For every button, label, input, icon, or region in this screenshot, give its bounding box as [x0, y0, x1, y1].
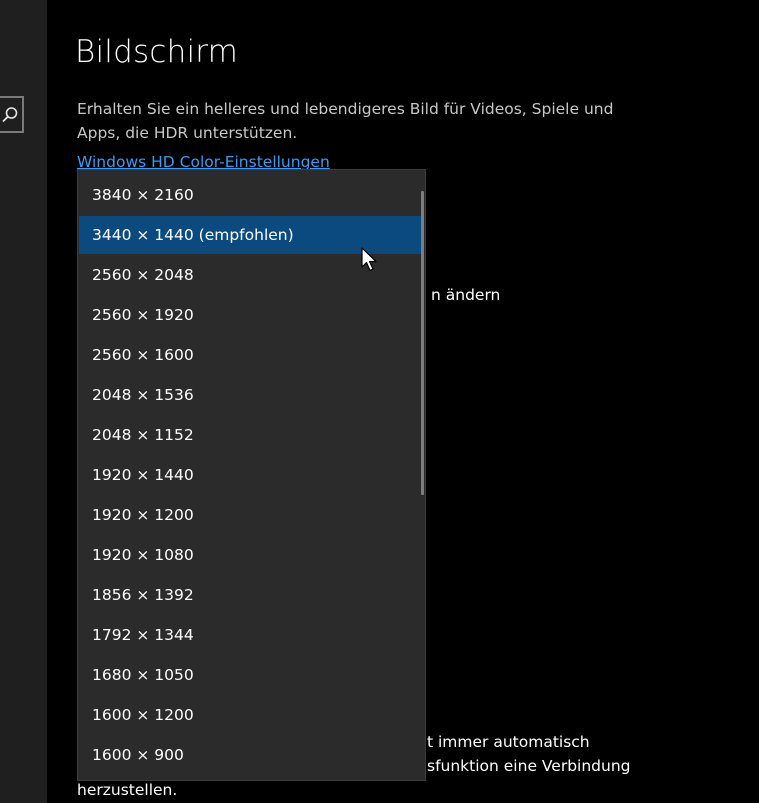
- partial-setting-text: n ändern: [431, 286, 501, 304]
- hdr-description: Erhalten Sie ein helleres und lebendiger…: [77, 100, 614, 142]
- bottom-text-line1: t immer automatisch: [427, 733, 590, 751]
- resolution-option[interactable]: 1680 × 1050: [79, 656, 424, 694]
- resolution-option[interactable]: 1856 × 1392: [79, 576, 424, 614]
- resolution-option[interactable]: 1792 × 1344: [79, 616, 424, 654]
- dropdown-scrollbar-thumb[interactable]: [421, 191, 424, 495]
- resolution-option[interactable]: 1600 × 900: [79, 736, 424, 774]
- resolution-option[interactable]: 2560 × 1600: [79, 336, 424, 374]
- resolution-option[interactable]: 1920 × 1080: [79, 536, 424, 574]
- page-title: Bildschirm: [75, 34, 239, 70]
- search-icon: [2, 107, 18, 123]
- resolution-option[interactable]: 1920 × 1440: [79, 456, 424, 494]
- resolution-option[interactable]: 3840 × 2160: [79, 176, 424, 214]
- search-button[interactable]: [0, 96, 24, 133]
- resolution-option[interactable]: 1920 × 1200: [79, 496, 424, 534]
- sidebar: [0, 0, 47, 803]
- bottom-text-line3: herzustellen.: [77, 781, 178, 799]
- resolution-option[interactable]: 2048 × 1152: [79, 416, 424, 454]
- mouse-pointer-icon: [361, 247, 377, 272]
- resolution-option[interactable]: 2048 × 1536: [79, 376, 424, 414]
- resolution-option[interactable]: 2560 × 1920: [79, 296, 424, 334]
- bottom-text-line2: sfunktion eine Verbindung: [427, 757, 631, 775]
- resolution-option[interactable]: 1600 × 1200: [79, 696, 424, 734]
